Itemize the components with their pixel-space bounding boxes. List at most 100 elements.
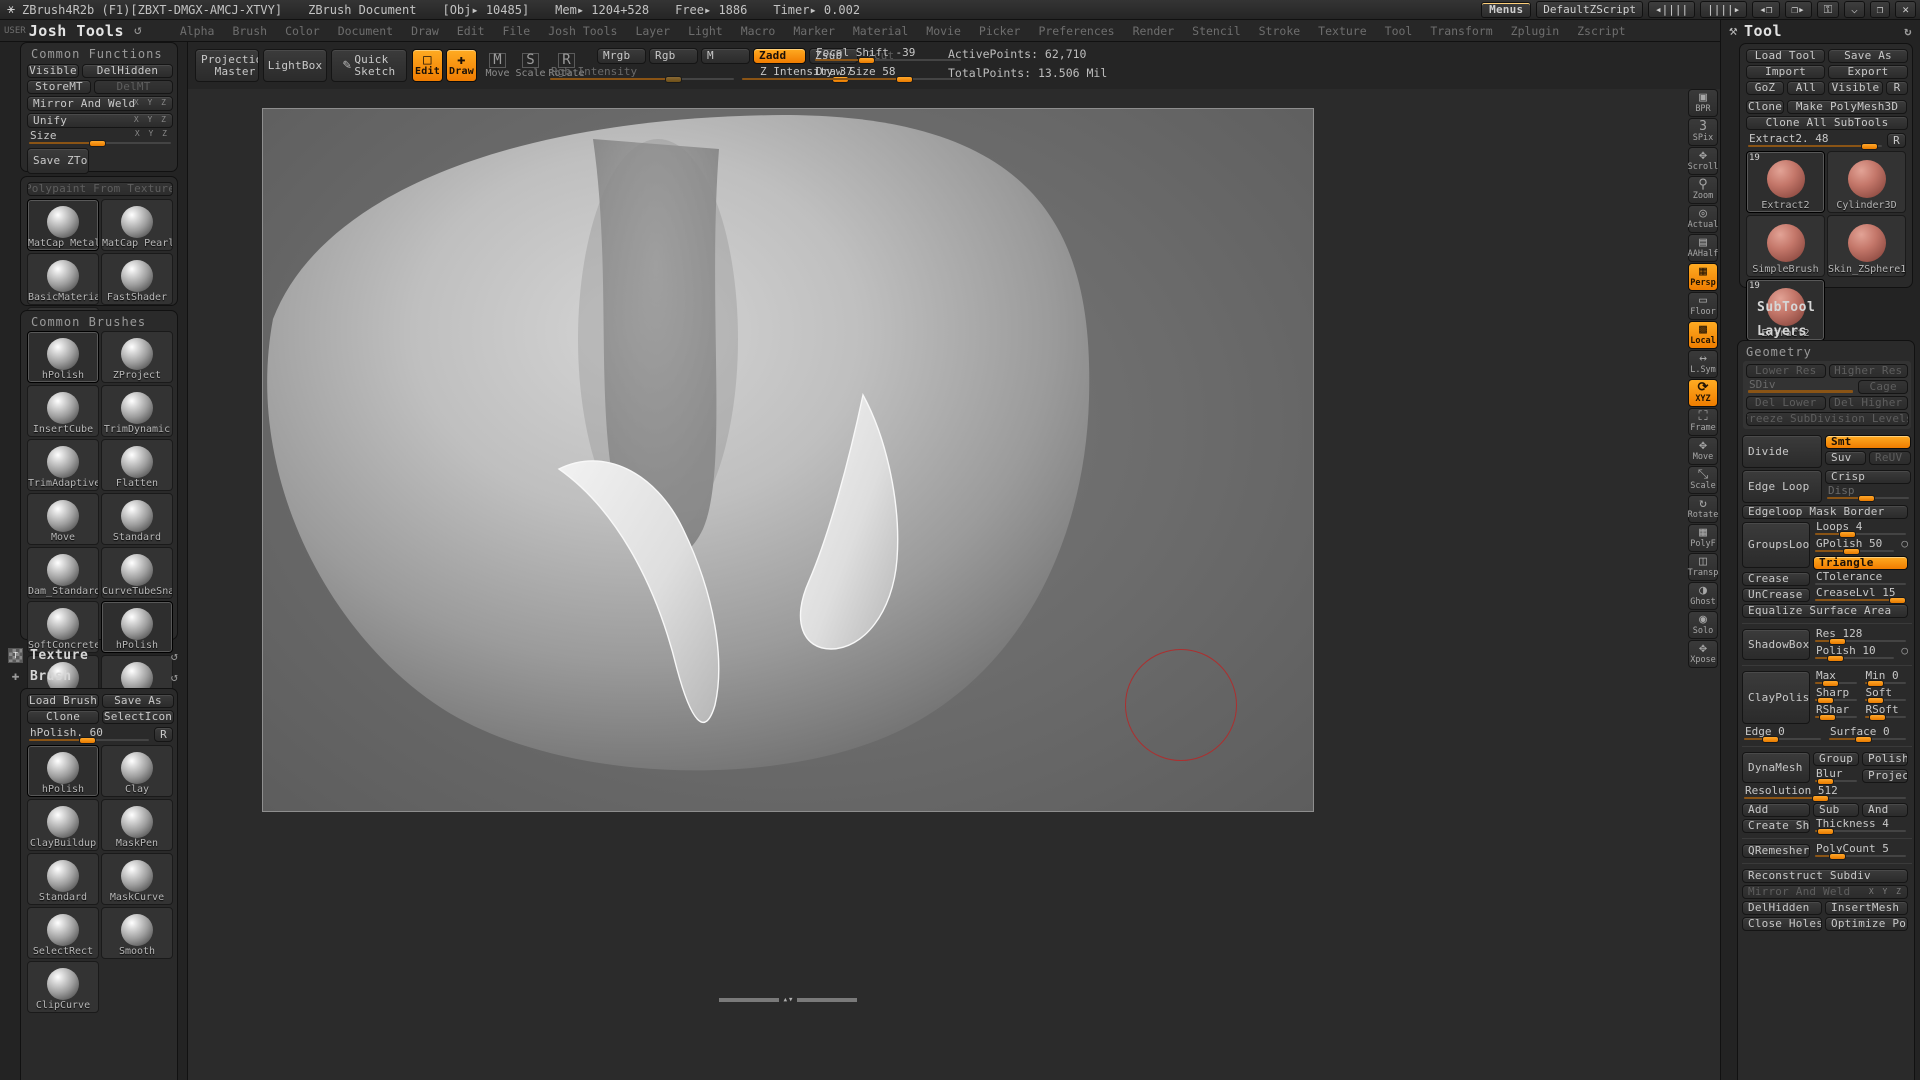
- load-brush-button[interactable]: Load Brush: [27, 694, 99, 708]
- divide-button[interactable]: Divide: [1742, 435, 1822, 468]
- canvas-aahalf-button[interactable]: ▤ AAHalf: [1688, 234, 1718, 262]
- edit-button[interactable]: □ Edit: [412, 49, 443, 82]
- geometry-delhidden-button[interactable]: DelHidden: [1742, 901, 1822, 915]
- brush-tile[interactable]: TrimDynamic: [101, 385, 173, 437]
- import-button[interactable]: Import: [1746, 65, 1825, 79]
- close-holes-button[interactable]: Close Holes: [1742, 917, 1822, 931]
- canvas-scrollbar[interactable]: ▴▾: [262, 994, 1314, 1006]
- rgb-intensity-slider[interactable]: Rgb Intensity: [548, 65, 736, 83]
- reuv-button[interactable]: ReUV: [1869, 451, 1911, 465]
- size-slider-handle[interactable]: [89, 140, 106, 147]
- dynamesh-button[interactable]: DynaMesh: [1742, 752, 1810, 783]
- tool-item-reset-button[interactable]: R: [1887, 133, 1906, 148]
- edge-handle[interactable]: [1762, 736, 1779, 743]
- brush-tile[interactable]: SoftConcrete: [27, 601, 99, 653]
- close-button[interactable]: ✕: [1895, 1, 1916, 18]
- brush-tile[interactable]: Clay: [101, 745, 173, 797]
- menu-item-color[interactable]: Color: [277, 21, 328, 41]
- loops-slider[interactable]: Loops 4: [1813, 520, 1908, 538]
- brush-tile[interactable]: hPolish: [101, 601, 173, 653]
- rshar-slider[interactable]: RShar: [1813, 703, 1859, 721]
- optimize-points-button[interactable]: Optimize Poi: [1825, 917, 1908, 931]
- insertmesh-button[interactable]: InsertMesh: [1825, 901, 1908, 915]
- edgeloop-mask-border-button[interactable]: Edgeloop Mask Border: [1742, 505, 1908, 519]
- disp-handle[interactable]: [1858, 495, 1875, 502]
- creaselvl-handle[interactable]: [1889, 597, 1906, 604]
- uncrease-button[interactable]: UnCrease: [1742, 588, 1810, 602]
- dynamesh-project-button[interactable]: Projec: [1862, 769, 1908, 783]
- tool-visible-button[interactable]: Visible: [1828, 81, 1883, 95]
- select-icon-button[interactable]: SelectIcon: [102, 710, 174, 724]
- and-button[interactable]: And: [1862, 803, 1908, 817]
- scrollbar-center-icon[interactable]: ▴▾: [783, 995, 794, 1005]
- brush-tile[interactable]: hPolish: [27, 331, 99, 383]
- menu-item-transform[interactable]: Transform: [1422, 21, 1500, 41]
- draw-button[interactable]: ✚ Draw: [446, 49, 477, 82]
- min-slider[interactable]: Min 0: [1863, 669, 1909, 687]
- canvas-bpr-button[interactable]: ▣ BPR: [1688, 89, 1718, 117]
- brush-refresh-icon[interactable]: ↺: [171, 670, 178, 684]
- menu-item-brush[interactable]: Brush: [224, 21, 275, 41]
- canvas-lsym-button[interactable]: ↔ L.Sym: [1688, 350, 1718, 378]
- unify-axes-label[interactable]: X Y Z: [134, 115, 168, 124]
- brush-tile[interactable]: CurveTubeSnap: [101, 547, 173, 599]
- resolution-slider[interactable]: Resolution 512: [1742, 784, 1908, 802]
- sdiv-slider[interactable]: SDiv: [1746, 378, 1855, 394]
- canvas-zoom-button[interactable]: ⚲ Zoom: [1688, 176, 1718, 204]
- brush-save-as-button[interactable]: Save As: [102, 694, 174, 708]
- brush-tile[interactable]: ClipCurve: [27, 961, 99, 1013]
- delhidden-button[interactable]: DelHidden: [82, 64, 173, 78]
- lock-icon[interactable]: ⚿: [1816, 1, 1840, 18]
- canvas-frame-button[interactable]: ⛶ Frame: [1688, 408, 1718, 436]
- brush-tile[interactable]: Move: [27, 493, 99, 545]
- brush-tile[interactable]: MaskCurve: [101, 853, 173, 905]
- tool-save-as-button[interactable]: Save As: [1828, 49, 1908, 63]
- tool-item-slider-handle[interactable]: [1861, 142, 1878, 150]
- menu-item-edit[interactable]: Edit: [449, 21, 493, 41]
- dynamesh-group-button[interactable]: Group: [1813, 752, 1859, 766]
- groupsloops-button[interactable]: GroupsLoops: [1742, 522, 1810, 568]
- canvas-scale-button[interactable]: ⤡ Scale: [1688, 466, 1718, 494]
- scrollbar-right-track[interactable]: [797, 998, 858, 1002]
- blur-slider[interactable]: Blur: [1813, 767, 1859, 785]
- brush-tile[interactable]: Dam_Standard: [27, 547, 99, 599]
- rgb-intensity-handle[interactable]: [665, 76, 682, 83]
- polycount-slider[interactable]: PolyCount 5: [1813, 842, 1908, 860]
- gpolish-slider[interactable]: GPolish 50 ○: [1813, 537, 1908, 555]
- menu-item-tool[interactable]: Tool: [1377, 21, 1421, 41]
- brush-tile[interactable]: TrimAdaptive: [27, 439, 99, 491]
- maximize-button[interactable]: ❐: [1869, 1, 1891, 18]
- tool-tile[interactable]: SimpleBrush: [1746, 215, 1825, 277]
- menu-item-stencil[interactable]: Stencil: [1184, 21, 1248, 41]
- gpolish-handle[interactable]: [1843, 548, 1860, 555]
- refresh-icon[interactable]: ↺: [134, 23, 142, 38]
- triangle-button[interactable]: Triangle: [1813, 556, 1908, 570]
- tool-tile[interactable]: 19 Extract2: [1746, 151, 1825, 213]
- clone-all-subtools-button[interactable]: Clone All SubTools: [1746, 116, 1908, 130]
- del-higher-button[interactable]: Del Higher: [1828, 396, 1908, 410]
- make-polymesh3d-button[interactable]: Make PolyMesh3D: [1787, 100, 1907, 114]
- menu-item-file[interactable]: File: [495, 21, 539, 41]
- zadd-button[interactable]: Zadd: [753, 48, 806, 64]
- size-slider[interactable]: Size X Y Z: [27, 129, 173, 147]
- rsoft-slider[interactable]: RSoft: [1863, 703, 1909, 721]
- draw-size-handle[interactable]: [896, 76, 913, 83]
- texture-refresh-icon[interactable]: ↺: [171, 649, 178, 663]
- brush-tile[interactable]: Smooth: [101, 907, 173, 959]
- thickness-slider[interactable]: Thickness 4: [1813, 817, 1908, 835]
- polish-slider[interactable]: Polish 10 ○: [1813, 644, 1908, 662]
- sharp-slider[interactable]: Sharp: [1813, 686, 1859, 704]
- delmt-button[interactable]: DelMT: [94, 80, 173, 94]
- menu-item-macro[interactable]: Macro: [733, 21, 784, 41]
- rshar-handle[interactable]: [1819, 714, 1836, 721]
- menu-item-marker[interactable]: Marker: [785, 21, 843, 41]
- ctolerance-slider[interactable]: CTolerance: [1813, 570, 1908, 586]
- menu-item-layer[interactable]: Layer: [627, 21, 678, 41]
- rgb-button[interactable]: Rgb: [649, 48, 698, 64]
- brush-tile[interactable]: SelectRect: [27, 907, 99, 959]
- canvas-transp-button[interactable]: ◫ Transp: [1688, 553, 1718, 581]
- scrollbar-left-track[interactable]: [718, 998, 779, 1002]
- crisp-button[interactable]: Crisp: [1825, 470, 1911, 484]
- thickness-handle[interactable]: [1817, 828, 1834, 835]
- lightbox-button[interactable]: LightBox: [263, 49, 327, 82]
